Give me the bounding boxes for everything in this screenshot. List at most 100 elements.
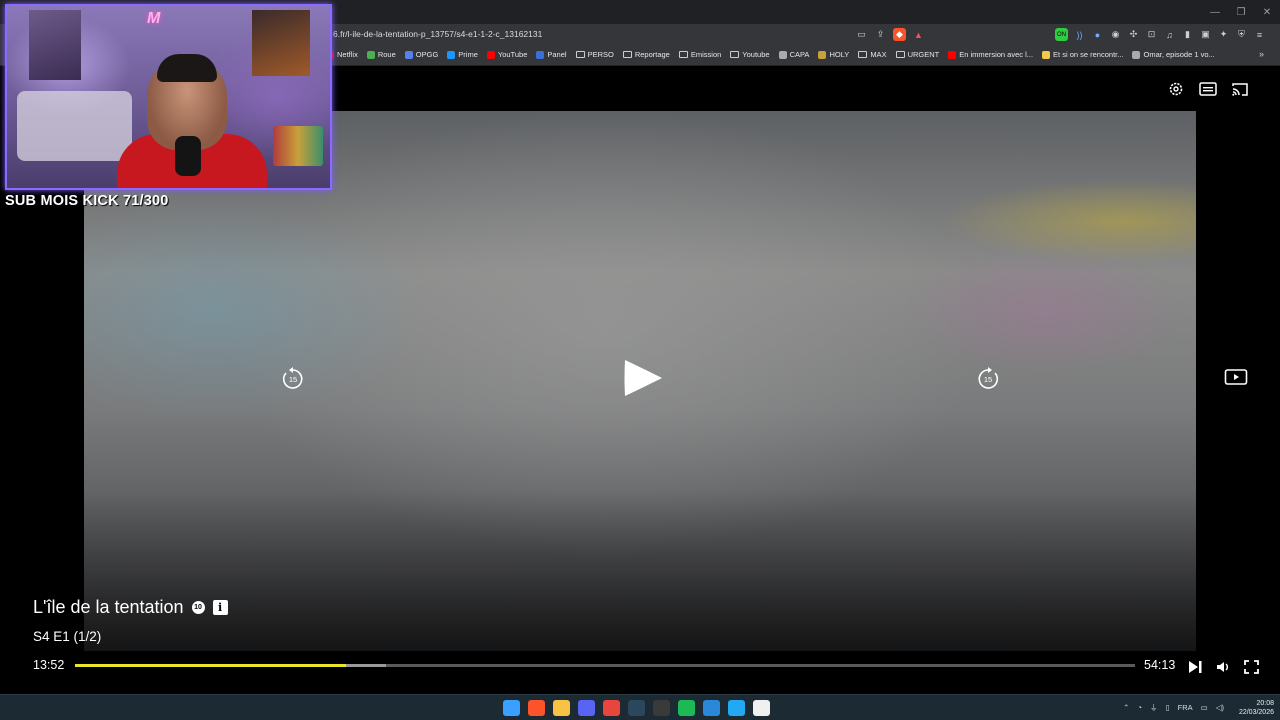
bookmark-label: Netflix <box>337 50 358 59</box>
info-icon[interactable]: i <box>212 600 228 615</box>
progress-fill <box>75 664 347 667</box>
folder-icon <box>730 51 740 58</box>
episodes-icon[interactable] <box>1224 368 1248 386</box>
play-button[interactable] <box>620 356 664 400</box>
bookmark-label: Prime <box>458 50 478 59</box>
bookmark-item[interactable]: HOLY <box>818 50 849 59</box>
globe-icon <box>778 50 787 59</box>
microphone-icon[interactable]: ⏚ <box>1150 702 1158 713</box>
microphone <box>175 136 201 176</box>
wallet-icon[interactable]: ◉ <box>1109 28 1122 41</box>
duration-time: 54:13 <box>1144 658 1176 672</box>
windows-start-icon[interactable] <box>503 700 520 716</box>
progress-bar[interactable] <box>75 664 1135 667</box>
bookmark-item[interactable]: Panel <box>536 50 567 59</box>
spotify-icon[interactable] <box>678 700 695 716</box>
photos-icon[interactable] <box>703 700 720 716</box>
fast-forward-icon: 15 <box>978 367 999 389</box>
bookmark-item[interactable]: Roue <box>366 50 396 59</box>
brave-rewards-icon[interactable]: ▲ <box>912 28 925 41</box>
screen: — ❐ ✕ 6.fr/l-ile-de-la-tentation-p_13757… <box>0 0 1280 720</box>
fullscreen-icon[interactable] <box>1241 657 1261 677</box>
skip-forward-button[interactable]: 15 <box>975 365 1001 391</box>
bookmark-label: HOLY <box>829 50 850 59</box>
opgg-icon <box>404 50 413 59</box>
progress-row: 13:52 54:13 <box>33 655 1259 677</box>
bookmark-item[interactable]: Omar, episode 1 vo... <box>1132 50 1215 59</box>
bookmark-item[interactable]: Reportage <box>622 50 670 59</box>
bookmark-item[interactable]: Et si on se rencontr... <box>1042 50 1123 59</box>
bookmark-item[interactable]: URGENT <box>895 50 940 59</box>
bookmark-item[interactable]: Emission <box>678 50 722 59</box>
bolt-icon <box>1042 50 1051 59</box>
cast-icon[interactable] <box>1230 79 1250 99</box>
bookmark-item[interactable]: Youtube <box>730 50 770 59</box>
prime-icon <box>447 50 456 59</box>
bookmark-item[interactable]: YouTube <box>486 50 528 59</box>
bookmark-item[interactable]: En immersion avec l... <box>948 50 1033 59</box>
neon-sign: M <box>147 10 161 27</box>
tab-search-icon[interactable]: ▣ <box>1199 28 1212 41</box>
leo-ai-icon[interactable]: ✦ <box>1217 28 1230 41</box>
discord-icon[interactable] <box>578 700 595 716</box>
video-gradient <box>84 491 1196 651</box>
bookmarks-list: Netflix Roue OPGG Prime YouTube Panel PERSO Rep… <box>326 50 1215 59</box>
file-explorer-icon[interactable] <box>553 700 570 716</box>
streamer-hair <box>157 54 217 82</box>
shelf <box>273 126 323 166</box>
obs-icon[interactable] <box>653 700 670 716</box>
blue-extension-icon[interactable]: ● <box>1091 28 1104 41</box>
brave-icon[interactable] <box>528 700 545 716</box>
audio-extension-icon[interactable]: )) <box>1073 28 1086 41</box>
title-row: L'île de la tentation 10 i <box>33 597 228 618</box>
volume-icon[interactable] <box>1213 657 1233 677</box>
subtitles-icon[interactable] <box>1198 79 1218 99</box>
next-episode-icon[interactable] <box>1185 657 1205 677</box>
battery-icon[interactable]: ▯ <box>1166 703 1170 712</box>
clock-time: 20:08 <box>1256 700 1274 707</box>
bookmark-label: En immersion avec l... <box>959 50 1034 59</box>
bookmark-item[interactable]: PERSO <box>575 50 614 59</box>
sub-goal-text: SUB MOIS KICK 71/300 <box>5 193 169 209</box>
bookmark-label: Roue <box>377 50 396 59</box>
close-icon[interactable]: ✕ <box>1254 0 1280 24</box>
media-icon[interactable]: ♫ <box>1163 28 1176 41</box>
puzzle-extension-icon[interactable]: ✣ <box>1127 28 1140 41</box>
vscode-icon[interactable] <box>728 700 745 716</box>
install-app-icon[interactable]: ▭ <box>855 28 868 41</box>
tray-expand-icon[interactable]: ⌃ <box>1123 703 1129 712</box>
speaker-icon[interactable]: ◁) <box>1216 703 1224 712</box>
url-text[interactable]: 6.fr/l-ile-de-la-tentation-p_13757/s4-e1… <box>333 29 542 39</box>
bookmark-item[interactable]: MAX <box>858 50 887 59</box>
restore-icon[interactable]: ❐ <box>1228 0 1254 24</box>
bookmark-label: YouTube <box>497 50 528 59</box>
vpn-icon[interactable]: ⛨ <box>1235 28 1248 41</box>
screenshot-icon[interactable]: ⊡ <box>1145 28 1158 41</box>
steam-tray-icon[interactable]: ◔ <box>1137 703 1142 712</box>
language-indicator[interactable]: FRA <box>1178 703 1193 712</box>
chrome-icon[interactable] <box>603 700 620 716</box>
system-tray: ⌃ ◔ ⏚ ▯ FRA ▭ ◁) <box>1123 702 1224 713</box>
sidebar-icon[interactable]: ▮ <box>1181 28 1194 41</box>
bookmark-item[interactable]: OPGG <box>404 50 438 59</box>
extension-on-icon[interactable]: ON <box>1055 28 1068 41</box>
bookmark-item[interactable]: CAPA <box>778 50 809 59</box>
bookmark-item[interactable]: Prime <box>447 50 478 59</box>
menu-icon[interactable]: ≡ <box>1253 28 1266 41</box>
folder-icon <box>895 51 905 58</box>
steam-icon[interactable] <box>628 700 645 716</box>
bookmarks-overflow-icon[interactable]: » <box>1259 49 1264 59</box>
document-icon[interactable] <box>753 700 770 716</box>
bookmark-label: PERSO <box>587 50 614 59</box>
share-icon[interactable]: ⇪ <box>874 28 887 41</box>
skip-back-button[interactable]: 15 <box>280 365 306 391</box>
bookmark-label: Emission <box>690 50 722 59</box>
settings-icon[interactable] <box>1166 79 1186 99</box>
bookmark-label: URGENT <box>907 50 940 59</box>
minimize-icon[interactable]: — <box>1202 0 1228 24</box>
brave-shields-icon[interactable]: ◆ <box>893 28 906 41</box>
couch <box>17 91 132 161</box>
clock[interactable]: 20:08 22/03/2026 <box>1239 699 1274 717</box>
panel-icon <box>536 50 545 59</box>
network-icon[interactable]: ▭ <box>1201 703 1208 712</box>
